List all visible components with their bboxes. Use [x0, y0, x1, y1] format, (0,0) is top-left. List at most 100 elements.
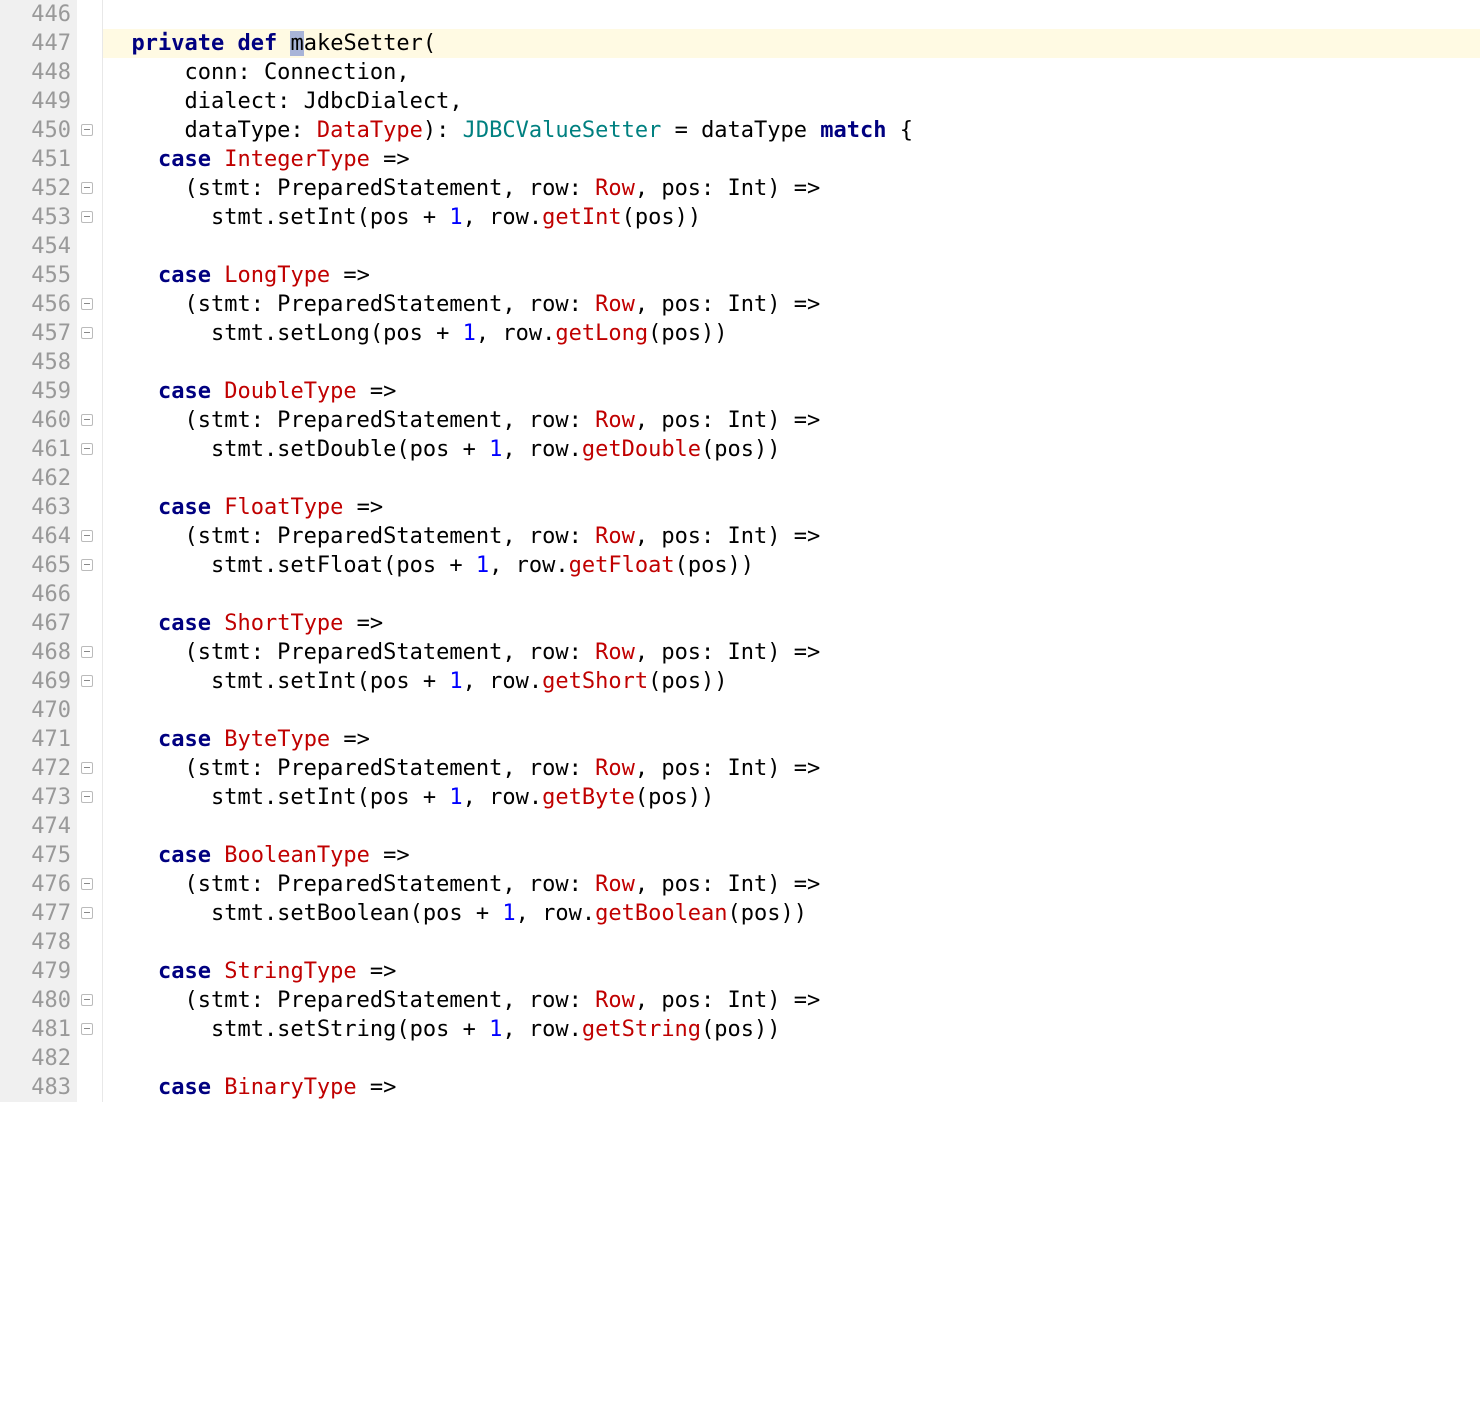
fold-open-icon[interactable] [81, 530, 93, 542]
fold-gutter-line [77, 174, 102, 203]
code-line[interactable]: case ByteType => [103, 725, 1480, 754]
code-line[interactable]: stmt.setInt(pos + 1, row.getInt(pos)) [103, 203, 1480, 232]
code-line[interactable]: (stmt: PreparedStatement, row: Row, pos:… [103, 522, 1480, 551]
code-line[interactable]: private def makeSetter( [103, 29, 1480, 58]
token-type: Row [595, 872, 635, 897]
fold-close-icon[interactable] [81, 1023, 93, 1035]
code-line[interactable]: case DoubleType => [103, 377, 1480, 406]
fold-open-icon[interactable] [81, 182, 93, 194]
token-mcall: getFloat [569, 553, 675, 578]
token-plain [105, 379, 158, 404]
token-type: LongType [224, 263, 330, 288]
code-line[interactable]: (stmt: PreparedStatement, row: Row, pos:… [103, 406, 1480, 435]
fold-gutter-line [77, 812, 102, 841]
fold-gutter-line [77, 377, 102, 406]
token-plain [105, 843, 158, 868]
code-line[interactable] [103, 928, 1480, 957]
token-plain: => [370, 843, 410, 868]
code-line[interactable]: dialect: JdbcDialect, [103, 87, 1480, 116]
fold-gutter-line [77, 1073, 102, 1102]
fold-close-icon[interactable] [81, 907, 93, 919]
token-num: 1 [476, 553, 489, 578]
fold-gutter-line [77, 986, 102, 1015]
line-number: 472 [0, 754, 71, 783]
code-line[interactable]: case FloatType => [103, 493, 1480, 522]
code-line[interactable] [103, 580, 1480, 609]
fold-open-icon[interactable] [81, 298, 93, 310]
token-type: Row [595, 640, 635, 665]
token-plain: (pos)) [648, 669, 727, 694]
code-editor[interactable]: private def makeSetter( conn: Connection… [103, 0, 1480, 1102]
code-line[interactable] [103, 232, 1480, 261]
token-plain: (stmt: PreparedStatement, row: [105, 524, 595, 549]
token-kw: case [158, 495, 211, 520]
code-line[interactable]: case ShortType => [103, 609, 1480, 638]
code-line[interactable]: case BinaryType => [103, 1073, 1480, 1102]
fold-gutter-line [77, 667, 102, 696]
fold-open-icon[interactable] [81, 124, 93, 136]
fold-gutter-line [77, 87, 102, 116]
token-type: Row [595, 292, 635, 317]
fold-open-icon[interactable] [81, 414, 93, 426]
code-line[interactable]: stmt.setLong(pos + 1, row.getLong(pos)) [103, 319, 1480, 348]
code-line[interactable]: (stmt: PreparedStatement, row: Row, pos:… [103, 638, 1480, 667]
fold-close-icon[interactable] [81, 791, 93, 803]
code-line[interactable]: (stmt: PreparedStatement, row: Row, pos:… [103, 870, 1480, 899]
code-line[interactable] [103, 348, 1480, 377]
fold-close-icon[interactable] [81, 211, 93, 223]
code-line[interactable]: stmt.setFloat(pos + 1, row.getFloat(pos)… [103, 551, 1480, 580]
fold-open-icon[interactable] [81, 994, 93, 1006]
token-type: Row [595, 988, 635, 1013]
line-number: 479 [0, 957, 71, 986]
code-line[interactable]: (stmt: PreparedStatement, row: Row, pos:… [103, 986, 1480, 1015]
token-type: ShortType [224, 611, 343, 636]
line-number: 451 [0, 145, 71, 174]
line-number: 465 [0, 551, 71, 580]
token-kw: match [820, 118, 886, 143]
token-type: DataType [317, 118, 423, 143]
code-line[interactable]: stmt.setDouble(pos + 1, row.getDouble(po… [103, 435, 1480, 464]
code-line[interactable]: case StringType => [103, 957, 1480, 986]
token-plain: { [887, 118, 914, 143]
line-number: 476 [0, 870, 71, 899]
code-line[interactable]: stmt.setInt(pos + 1, row.getByte(pos)) [103, 783, 1480, 812]
code-line[interactable]: (stmt: PreparedStatement, row: Row, pos:… [103, 754, 1480, 783]
fold-open-icon[interactable] [81, 878, 93, 890]
fold-open-icon[interactable] [81, 646, 93, 658]
code-line[interactable]: conn: Connection, [103, 58, 1480, 87]
token-mcall: getString [582, 1017, 701, 1042]
token-plain: (pos)) [622, 205, 701, 230]
fold-gutter-line [77, 1044, 102, 1073]
fold-close-icon[interactable] [81, 559, 93, 571]
code-line[interactable] [103, 0, 1480, 29]
code-line[interactable]: case IntegerType => [103, 145, 1480, 174]
fold-gutter-line [77, 435, 102, 464]
code-line[interactable]: case BooleanType => [103, 841, 1480, 870]
code-line[interactable] [103, 1044, 1480, 1073]
token-plain: stmt.setString(pos + [105, 1017, 489, 1042]
code-line[interactable] [103, 696, 1480, 725]
fold-gutter-line [77, 203, 102, 232]
fold-open-icon[interactable] [81, 762, 93, 774]
token-plain: , pos: Int) => [635, 872, 820, 897]
code-line[interactable]: case LongType => [103, 261, 1480, 290]
fold-close-icon[interactable] [81, 443, 93, 455]
code-line[interactable]: stmt.setBoolean(pos + 1, row.getBoolean(… [103, 899, 1480, 928]
fold-close-icon[interactable] [81, 327, 93, 339]
token-kw: case [158, 379, 211, 404]
code-line[interactable]: stmt.setInt(pos + 1, row.getShort(pos)) [103, 667, 1480, 696]
fold-close-icon[interactable] [81, 675, 93, 687]
token-plain [211, 495, 224, 520]
token-plain [105, 31, 132, 56]
fold-gutter-line [77, 145, 102, 174]
token-plain [211, 379, 224, 404]
code-line[interactable]: dataType: DataType): JDBCValueSetter = d… [103, 116, 1480, 145]
code-line[interactable]: stmt.setString(pos + 1, row.getString(po… [103, 1015, 1480, 1044]
fold-gutter-line [77, 464, 102, 493]
fold-gutter-line [77, 754, 102, 783]
line-number: 462 [0, 464, 71, 493]
code-line[interactable]: (stmt: PreparedStatement, row: Row, pos:… [103, 290, 1480, 319]
code-line[interactable] [103, 812, 1480, 841]
code-line[interactable] [103, 464, 1480, 493]
code-line[interactable]: (stmt: PreparedStatement, row: Row, pos:… [103, 174, 1480, 203]
